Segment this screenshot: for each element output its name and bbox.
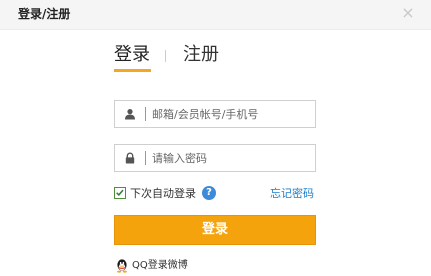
qq-login-label: QQ登录微博 xyxy=(132,260,188,271)
remember-label[interactable]: 下次自动登录 xyxy=(130,186,196,201)
password-field-divider xyxy=(145,151,146,165)
qq-penguin-icon xyxy=(117,259,127,273)
forgot-password-link[interactable]: 忘记密码 xyxy=(270,186,314,201)
checkmark-icon xyxy=(116,189,124,197)
lock-icon xyxy=(125,152,135,164)
remember-checkbox[interactable] xyxy=(114,187,126,199)
username-field xyxy=(114,100,316,128)
tab-register[interactable]: 注册 xyxy=(183,44,219,66)
username-input[interactable] xyxy=(152,105,310,123)
tab-divider xyxy=(165,50,166,62)
close-icon[interactable]: × xyxy=(399,4,417,22)
password-field xyxy=(114,144,316,172)
dialog-titlebar: 登录/注册 × xyxy=(0,0,431,30)
help-icon[interactable]: ? xyxy=(202,186,216,200)
password-input[interactable] xyxy=(152,149,310,167)
login-button[interactable]: 登录 xyxy=(114,215,316,245)
tab-login[interactable]: 登录 xyxy=(114,44,151,72)
username-field-divider xyxy=(145,107,146,121)
dialog-title: 登录/注册 xyxy=(18,7,71,21)
tab-active-underline xyxy=(114,69,151,72)
user-icon xyxy=(125,109,135,120)
tab-login-label: 登录 xyxy=(114,44,150,65)
tab-register-label: 注册 xyxy=(183,44,219,65)
